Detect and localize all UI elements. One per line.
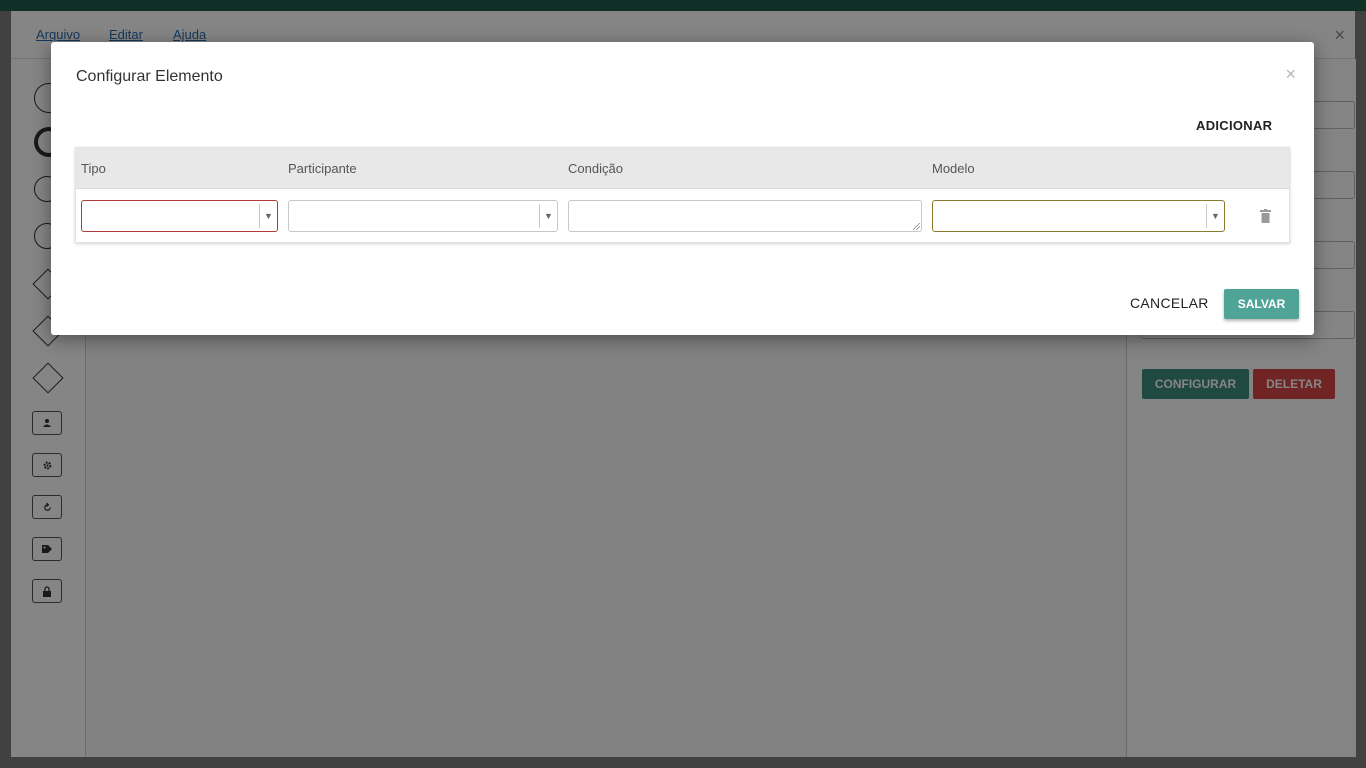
save-button[interactable]: SALVAR: [1224, 289, 1299, 319]
column-header-participante: Participante: [288, 161, 357, 176]
table-header: Tipo Participante Condição Modelo: [76, 148, 1289, 189]
trash-icon[interactable]: [1260, 209, 1271, 223]
column-header-modelo: Modelo: [932, 161, 975, 176]
dialog-title: Configurar Elemento: [76, 68, 223, 85]
resize-handle-icon[interactable]: [913, 223, 920, 230]
chevron-down-icon: ▼: [1206, 204, 1224, 228]
column-header-tipo: Tipo: [81, 161, 106, 176]
modelo-select[interactable]: ▼: [932, 200, 1225, 232]
config-table: Tipo Participante Condição Modelo ▼ ▼ ▼: [75, 147, 1290, 243]
chevron-down-icon: ▼: [539, 204, 557, 228]
cancel-button[interactable]: CANCELAR: [1130, 295, 1209, 311]
participante-select[interactable]: ▼: [288, 200, 558, 232]
column-header-condicao: Condição: [568, 161, 623, 176]
configure-element-dialog: Configurar Elemento × ADICIONAR Tipo Par…: [51, 42, 1314, 335]
tipo-select[interactable]: ▼: [81, 200, 278, 232]
chevron-down-icon: ▼: [259, 204, 277, 228]
condicao-textarea[interactable]: [568, 200, 922, 232]
add-row-button[interactable]: ADICIONAR: [1196, 118, 1272, 133]
dialog-close-icon[interactable]: ×: [1285, 64, 1296, 85]
